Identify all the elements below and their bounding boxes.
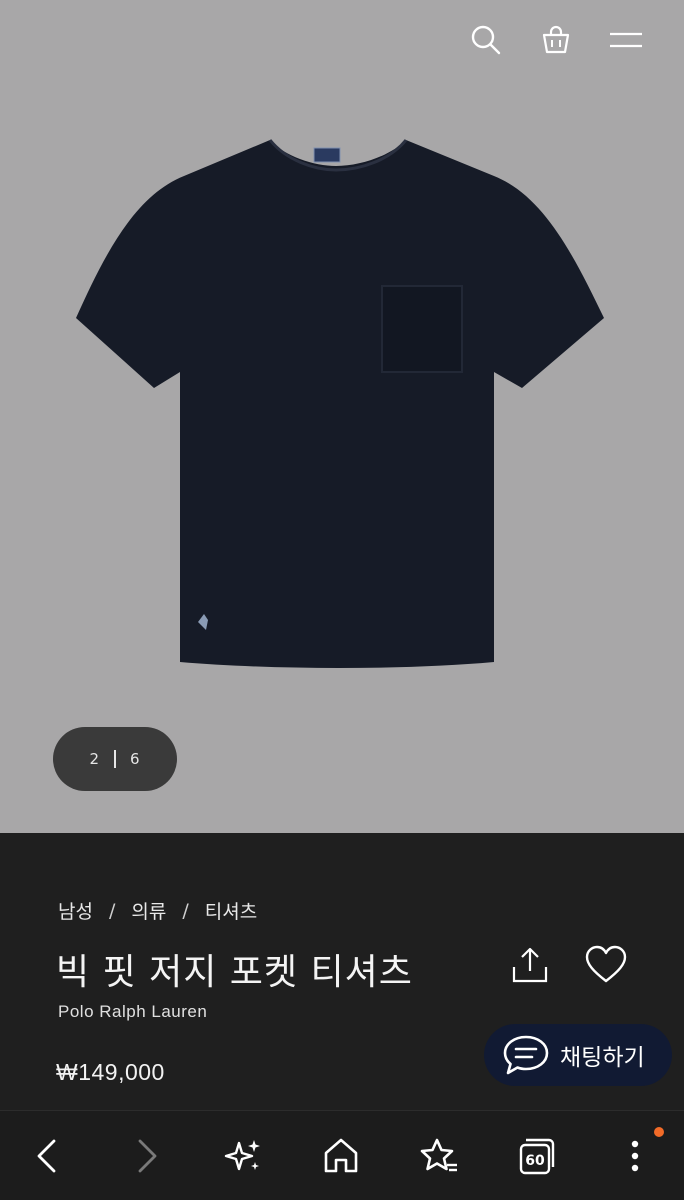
notification-dot	[654, 1127, 664, 1137]
breadcrumb-item-men[interactable]: 남성	[58, 897, 93, 924]
current-image-index: 2	[89, 750, 100, 768]
wishlist-button[interactable]	[582, 941, 630, 989]
breadcrumb-separator: /	[182, 899, 189, 922]
tab-count: 60	[525, 1153, 545, 1169]
product-title: 빅 핏 저지 포켓 티셔츠	[56, 952, 413, 993]
share-button[interactable]	[506, 941, 554, 989]
shopping-bag-icon[interactable]	[538, 22, 574, 58]
product-price: ₩149,000	[56, 1059, 165, 1085]
chat-button[interactable]: 채팅하기	[484, 1024, 672, 1086]
menu-icon[interactable]	[608, 22, 644, 58]
chat-button-label: 채팅하기	[560, 1045, 645, 1071]
more-menu-icon	[631, 1140, 639, 1172]
breadcrumb-item-clothing[interactable]: 의류	[131, 897, 166, 924]
product-image-gallery[interactable]: 2 6	[0, 0, 684, 833]
share-icon	[512, 947, 548, 983]
image-counter: 2 6	[53, 727, 177, 791]
forward-icon	[138, 1139, 157, 1173]
back-button[interactable]	[24, 1133, 70, 1179]
top-toolbar	[468, 22, 644, 58]
tabs-icon: 60	[519, 1138, 555, 1175]
forward-button[interactable]	[124, 1133, 170, 1179]
ai-assistant-button[interactable]	[220, 1133, 266, 1179]
home-icon	[324, 1138, 358, 1173]
total-image-count: 6	[130, 750, 141, 768]
brand-name[interactable]: Polo Ralph Lauren	[58, 1002, 207, 1022]
more-menu-button[interactable]	[612, 1133, 658, 1179]
back-icon	[37, 1139, 56, 1173]
browser-bottom-bar: 60	[0, 1110, 684, 1200]
product-image[interactable]	[74, 136, 608, 676]
chat-bubble-icon	[503, 1035, 549, 1075]
breadcrumb: 남성 / 의류 / 티셔츠	[58, 897, 257, 924]
breadcrumb-item-tshirts[interactable]: 티셔츠	[205, 897, 257, 924]
tabs-button[interactable]: 60	[514, 1133, 560, 1179]
ai-sparkle-icon	[224, 1140, 260, 1171]
bookmarks-button[interactable]	[416, 1133, 462, 1179]
search-icon[interactable]	[468, 22, 504, 58]
home-button[interactable]	[318, 1133, 364, 1179]
bookmark-star-icon	[420, 1138, 457, 1172]
heart-icon	[585, 945, 627, 983]
counter-divider	[114, 750, 116, 768]
breadcrumb-separator: /	[108, 899, 116, 922]
